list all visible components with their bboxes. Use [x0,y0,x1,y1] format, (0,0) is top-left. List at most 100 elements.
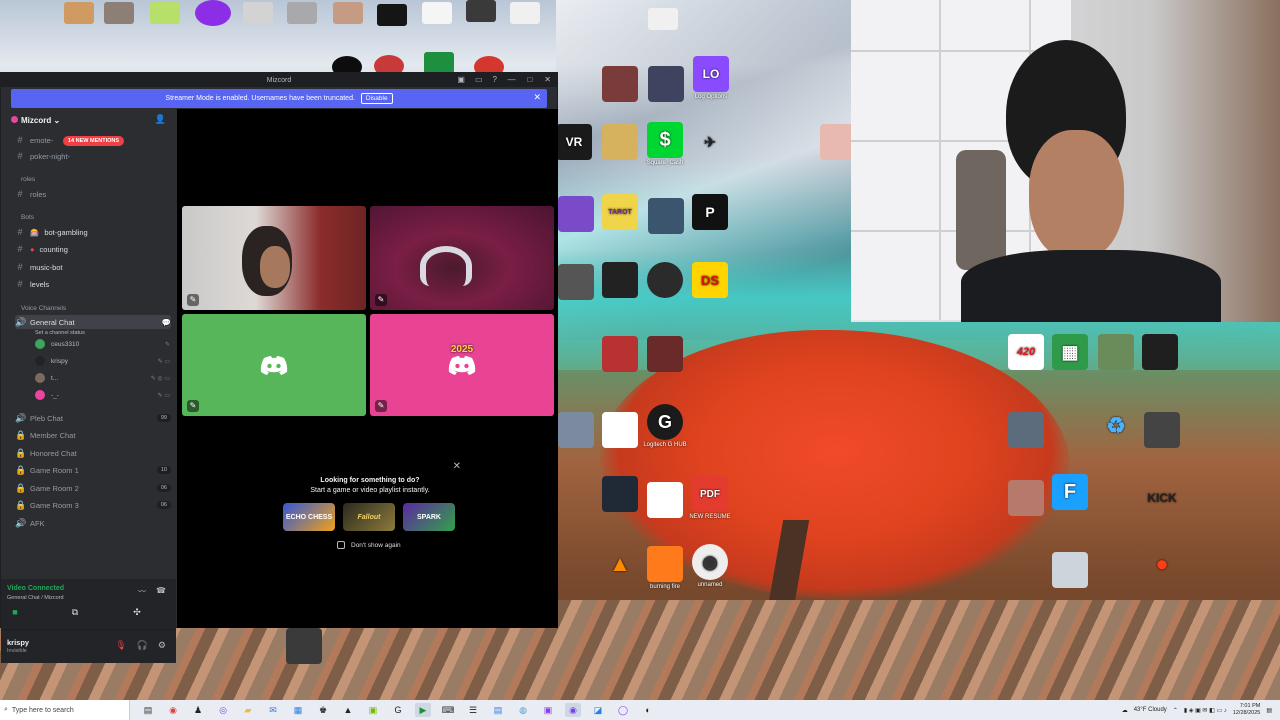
voice-channel-game-room-1[interactable]: 🔒 Game Room 1 10 [15,463,171,477]
voice-user-2[interactable]: krispy ✎ ▭ [35,354,170,368]
disconnect-icon[interactable]: ☎ [156,586,166,597]
category-voice[interactable]: Voice Channels [21,305,66,312]
logitech-icon[interactable]: G [390,703,406,717]
desktop-icon-unnamed[interactable]: ◉ unnamed [682,544,738,588]
task-view-icon[interactable]: ▤ [140,703,156,717]
mic-muted-icon[interactable]: 🎙 [115,640,126,651]
desktop-icon-bloop[interactable] [510,2,540,24]
chrome-icon[interactable]: ◉ [165,703,181,717]
game-fallout[interactable]: Fallout [343,503,395,531]
help-icon[interactable]: ? [493,75,497,84]
desktop-icon-bottles[interactable] [1132,334,1188,372]
app-icon[interactable]: ♟ [190,703,206,717]
activities-button[interactable]: ✣ [129,607,145,619]
voice-user-4[interactable]: -_- ✎ ▭ [35,388,170,402]
channel-counting[interactable]: # ● counting [15,242,171,256]
close-icon[interactable]: ✕ [453,461,461,472]
game-spark[interactable]: SPARK [403,503,455,531]
screen-share-button[interactable]: ⧉ [67,607,83,619]
desktop-icon-bird[interactable]: ✈ [682,124,738,162]
app-icon[interactable]: ▤ [490,703,506,717]
clock[interactable]: 7:01 PM 12/28/2025 [1233,703,1261,717]
new-mentions-badge[interactable]: 14 NEW MENTIONS [63,136,125,146]
server-header[interactable]: Mizcord ⌄ 👤 [1,109,176,131]
desktop-icon-cheese[interactable] [150,2,180,24]
desktop-icon-r4-2[interactable]: ● [1134,546,1190,584]
voice-channel-game-room-2[interactable]: 🔒 Game Room 2 06 [15,481,171,495]
desktop-icon-logitech[interactable]: G Logitech G HUB [637,404,693,448]
desktop-icon-row5-2[interactable] [637,336,693,374]
app-icon[interactable]: ▲ [340,703,356,717]
desktop-icon-r4-1[interactable] [1042,552,1098,590]
headphones-icon[interactable]: 🎧 [137,640,148,651]
user-name[interactable]: krispy [7,638,29,647]
desktop-icon-gif-screen[interactable] [422,2,452,24]
channel-music-bot[interactable]: # music-bot [15,260,171,274]
nvidia-icon[interactable]: ▣ [365,703,381,717]
app-icon[interactable]: ◪ [590,703,606,717]
voice-user-3[interactable]: t... ✎ ◎ ▭ [35,371,170,385]
desktop-icon-makeme[interactable] [648,8,678,30]
video-connected-subtitle[interactable]: General Chat / Mizcord [7,595,64,601]
channel-roles[interactable]: # roles [15,187,171,201]
desktop-icon-resume[interactable]: PDF NEW RESUME [682,476,738,520]
mail-icon[interactable]: ✉ [265,703,281,717]
app-icon[interactable]: ▦ [290,703,306,717]
app-icon[interactable]: ▣ [540,703,556,717]
desktop-icon-good[interactable] [424,52,454,74]
desktop-icon-krispy-members[interactable] [287,2,317,24]
app-icon[interactable]: ⌨ [440,703,456,717]
desktop-icon-goon[interactable] [243,2,273,24]
disable-button[interactable]: Disable [360,93,393,104]
taskbar-search[interactable]: ⌕ Type here to search [0,700,130,720]
voice-channel-afk[interactable]: 🔊 AFK [15,516,171,530]
category-roles[interactable]: roles [21,176,35,183]
maximize-icon[interactable]: □ [527,75,532,84]
desktop-icon-r2-1[interactable] [998,412,1054,450]
app-icon[interactable]: ♚ [315,703,331,717]
desktop-icon-333[interactable] [377,4,407,26]
voice-channel-honored-chat[interactable]: 🔒 Honored Chat [15,446,171,460]
app-icon[interactable]: ◎ [215,703,231,717]
banner-close-icon[interactable]: ✕ [533,92,541,103]
channel-bot-gambling[interactable]: # 🎰 bot-gambling [15,225,171,239]
app-icon[interactable]: ▶ [415,703,431,717]
video-connected-label[interactable]: Video Connected [7,585,64,592]
dont-show-again-checkbox[interactable]: Don't show again [337,541,401,549]
video-tile-krispy[interactable]: ✎ [182,206,366,310]
camera-button[interactable]: ■ [7,607,23,619]
tray-icons[interactable]: ▮ ◈ ▣ ✉ ◧ ▭ ♪ [1184,707,1227,714]
voice-user-1[interactable]: ceus3310 ✎ [35,337,170,351]
desktop-icon-ds[interactable]: DS [682,262,738,300]
gear-icon[interactable]: ⚙ [158,640,166,651]
discord-titlebar[interactable]: Mizcord ▣ ▭ ? — □ ✕ [1,73,557,87]
video-tile-pink-user[interactable]: 2025 ✎ [370,314,554,416]
app-icon[interactable]: ◉ [565,703,581,717]
video-tile-ceus3310[interactable]: ✎ [182,314,366,416]
desktop-icon-kick[interactable]: KICK [1134,480,1190,518]
voice-channel-game-room-3[interactable]: 🔒 Game Room 3 06 [15,498,171,512]
notification-icon[interactable]: ▤ [1266,707,1272,714]
voice-channel-member-chat[interactable]: 🔒 Member Chat [15,428,171,442]
game-echo-chess[interactable]: ECHO CHESS [283,503,335,531]
app-icon[interactable]: ◐ [640,703,656,717]
desktop-icon-log-options[interactable]: LO Log Options [683,56,739,100]
desktop-icon-r3-1[interactable] [998,480,1054,518]
invite-icon[interactable]: 👤 [155,114,166,125]
desktop-icon-road[interactable] [333,2,363,24]
channel-poker-night[interactable]: # poker-night- [15,149,171,163]
desktop-icon-nvidia[interactable] [64,2,94,24]
desktop-icon-bottom-1[interactable] [276,628,332,666]
desktop-icon-row3-4[interactable]: P [682,194,738,232]
desktop-icon-r2-3[interactable] [1134,412,1190,450]
inbox-icon[interactable]: ▣ [457,75,465,84]
chevron-up-icon[interactable]: ⌃ [1173,707,1178,714]
noise-suppression-icon[interactable]: 〰 [138,586,146,597]
close-icon[interactable]: ✕ [544,75,551,84]
category-bots[interactable]: Bots [21,214,34,221]
checkbox[interactable] [337,541,345,549]
minimize-icon[interactable]: — [507,75,515,84]
folder-icon[interactable]: ▰ [240,703,256,717]
weather-label[interactable]: 43°F Cloudy [1134,707,1167,713]
app-icon[interactable]: ☰ [465,703,481,717]
